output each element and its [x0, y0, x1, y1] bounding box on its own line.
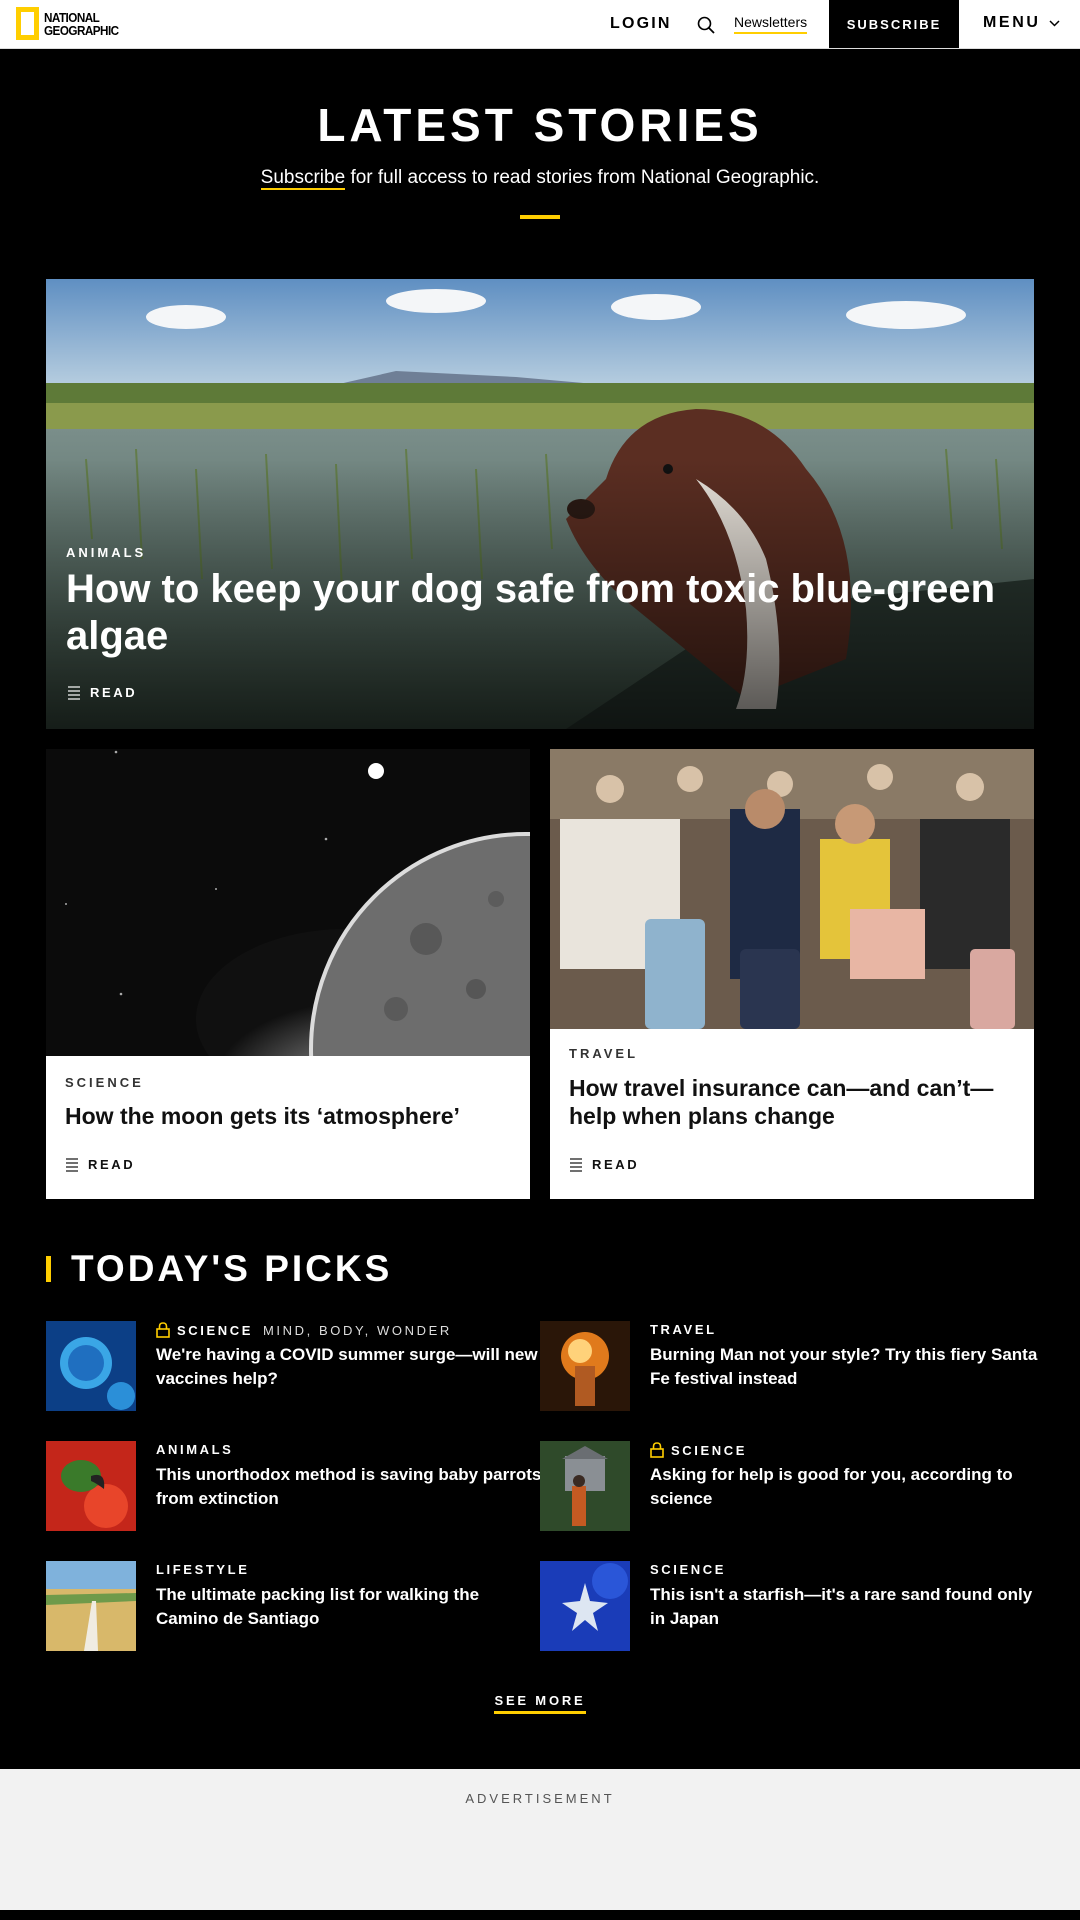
search-icon[interactable]	[697, 16, 715, 34]
pick-headline[interactable]: Asking for help is good for you, accordi…	[650, 1463, 1040, 1511]
picks-yellow-marker	[46, 1256, 51, 1282]
todays-picks-title: TODAY'S PICKS	[71, 1248, 393, 1289]
pick-thumbnail-star-sand	[540, 1561, 630, 1651]
pick-subcategory[interactable]: MIND, BODY, WONDER	[263, 1323, 452, 1338]
advertisement-label: ADVERTISEMENT	[465, 1791, 615, 1806]
pick-thumbnail-virus	[46, 1321, 136, 1411]
article-read-icon	[570, 1157, 582, 1172]
subscribe-prompt: Subscribe for full access to read storie…	[0, 167, 1080, 190]
article-read-icon	[68, 685, 80, 700]
pick-category[interactable]: TRAVEL	[650, 1322, 717, 1337]
hero-read-link[interactable]: READ	[68, 685, 137, 700]
hero-story[interactable]: ANIMALS How to keep your dog safe from t…	[46, 279, 1034, 729]
newsletters-link[interactable]: Newsletters	[734, 14, 808, 34]
pick-category[interactable]: SCIENCE	[650, 1562, 726, 1577]
moon-image	[46, 749, 530, 1056]
pick-item[interactable]: TRAVEL Burning Man not your style? Try t…	[540, 1321, 1040, 1411]
subscribe-inline-link[interactable]: Subscribe	[260, 167, 346, 190]
chevron-down-icon	[1048, 19, 1060, 27]
pick-headline[interactable]: Burning Man not your style? Try this fie…	[650, 1343, 1040, 1391]
card-read-label: READ	[88, 1157, 136, 1172]
pick-meta: TRAVEL	[650, 1322, 717, 1337]
yellow-divider	[520, 215, 560, 219]
subscribe-prompt-text: for full access to read stories from Nat…	[345, 167, 820, 188]
airport-travelers-image	[550, 749, 1034, 1029]
menu-button[interactable]: MENU	[983, 14, 1060, 32]
lock-icon	[650, 1442, 664, 1458]
subscribe-button[interactable]: SUBSCRIBE	[829, 0, 959, 48]
pick-thumbnail-parrot	[46, 1441, 136, 1531]
pick-item[interactable]: ANIMALS This unorthodox method is saving…	[46, 1441, 546, 1531]
login-link[interactable]: LOGIN	[610, 15, 672, 33]
logo-wordmark: NATIONAL GEOGRAPHIC	[44, 9, 119, 38]
pick-category[interactable]: ANIMALS	[156, 1442, 233, 1457]
card-headline[interactable]: How travel insurance can—and can’t—help …	[569, 1074, 1019, 1130]
see-more-link[interactable]: SEE MORE	[494, 1693, 586, 1714]
see-more-container: SEE MORE	[0, 1692, 1080, 1714]
pick-category[interactable]: SCIENCE	[177, 1323, 253, 1338]
pick-thumbnail-fire-festival	[540, 1321, 630, 1411]
card-read-label: READ	[592, 1157, 640, 1172]
pick-meta: SCIENCE MIND, BODY, WONDER	[156, 1322, 452, 1338]
pick-category[interactable]: LIFESTYLE	[156, 1562, 249, 1577]
menu-label: MENU	[983, 14, 1041, 31]
pick-thumbnail-camino-path	[46, 1561, 136, 1651]
pick-headline[interactable]: The ultimate packing list for walking th…	[156, 1583, 546, 1631]
pick-meta: SCIENCE	[650, 1442, 747, 1458]
natgeo-logo[interactable]: NATIONAL GEOGRAPHIC	[16, 7, 127, 40]
card-category[interactable]: SCIENCE	[65, 1075, 144, 1090]
hero-gradient-overlay	[46, 279, 1034, 729]
pick-headline[interactable]: We're having a COVID summer surge—will n…	[156, 1343, 546, 1391]
story-card-moon[interactable]: SCIENCE How the moon gets its ‘atmospher…	[46, 749, 530, 1199]
site-header: NATIONAL GEOGRAPHIC LOGIN Newsletters SUB…	[0, 0, 1080, 49]
hero-read-label: READ	[90, 685, 138, 700]
latest-stories-title: LATEST STORIES	[317, 99, 763, 151]
hero-category[interactable]: ANIMALS	[66, 545, 146, 560]
pick-item[interactable]: LIFESTYLE The ultimate packing list for …	[46, 1561, 546, 1651]
pick-headline[interactable]: This unorthodox method is saving baby pa…	[156, 1463, 546, 1511]
card-category[interactable]: TRAVEL	[569, 1046, 638, 1061]
pick-category[interactable]: SCIENCE	[671, 1443, 747, 1458]
pick-item[interactable]: SCIENCE This isn't a starfish—it's a rar…	[540, 1561, 1040, 1651]
logo-yellow-frame	[16, 7, 39, 40]
card-read-link[interactable]: READ	[570, 1157, 639, 1172]
pick-headline[interactable]: This isn't a starfish—it's a rare sand f…	[650, 1583, 1040, 1631]
pick-item[interactable]: SCIENCE MIND, BODY, WONDER We're having …	[46, 1321, 546, 1411]
lock-icon	[156, 1322, 170, 1338]
advertisement-slot: ADVERTISEMENT	[0, 1769, 1080, 1910]
article-read-icon	[66, 1157, 78, 1172]
pick-meta: LIFESTYLE	[156, 1562, 249, 1577]
card-headline[interactable]: How the moon gets its ‘atmosphere’	[65, 1102, 515, 1130]
pick-thumbnail-woman-garden	[540, 1441, 630, 1531]
hero-headline[interactable]: How to keep your dog safe from toxic blu…	[66, 566, 1006, 660]
card-read-link[interactable]: READ	[66, 1157, 135, 1172]
pick-meta: ANIMALS	[156, 1442, 233, 1457]
story-card-travel-insurance[interactable]: TRAVEL How travel insurance can—and can’…	[550, 749, 1034, 1199]
pick-meta: SCIENCE	[650, 1562, 726, 1577]
pick-item[interactable]: SCIENCE Asking for help is good for you,…	[540, 1441, 1040, 1531]
